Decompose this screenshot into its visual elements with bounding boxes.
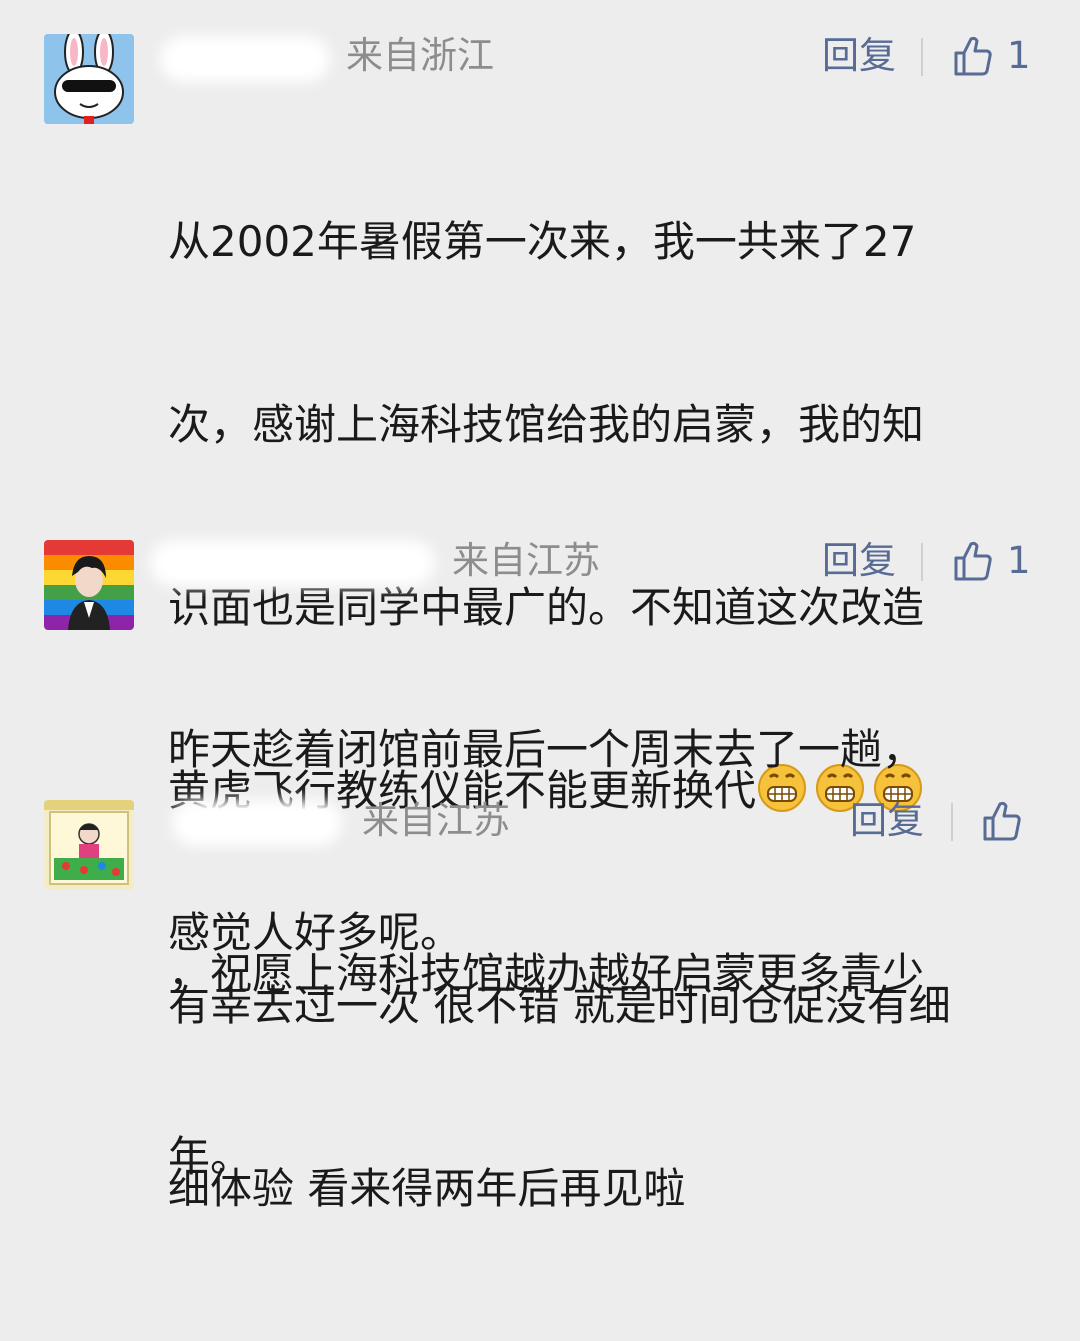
like-button[interactable]: 1	[953, 33, 1031, 79]
thumbs-up-icon	[953, 35, 993, 77]
avatar[interactable]	[44, 800, 134, 890]
thumbs-up-icon	[953, 540, 993, 582]
reply-button[interactable]: 回复	[822, 33, 896, 79]
username-redacted	[150, 540, 435, 586]
comment-text: 有幸去过一次 很不错 就是时间仓促没有细 细体验 看来得两年后再见啦	[168, 853, 1028, 1341]
thumbs-up-icon	[982, 800, 1022, 842]
text-line: 有幸去过一次 很不错 就是时间仓促没有细	[168, 981, 951, 1030]
location-label: 来自江苏	[452, 539, 600, 582]
like-button[interactable]: 1	[953, 538, 1031, 584]
avatar[interactable]	[44, 34, 134, 124]
divider	[921, 543, 923, 581]
like-count: 1	[1007, 539, 1031, 582]
username-redacted	[172, 800, 342, 846]
divider	[951, 803, 953, 841]
text-line: 昨天趁着闭馆前最后一个周末去了一趟，	[168, 725, 925, 774]
divider	[921, 38, 923, 76]
username-redacted	[160, 36, 330, 82]
location-label: 来自江苏	[362, 799, 510, 842]
like-count: 1	[1007, 34, 1031, 77]
reply-button[interactable]: 回复	[822, 538, 896, 584]
location-label: 来自浙江	[346, 34, 494, 77]
like-button[interactable]	[982, 798, 1036, 844]
text-line: 次，感谢上海科技馆给我的启蒙，我的知	[168, 400, 925, 449]
avatar[interactable]	[44, 540, 134, 630]
text-line: 从2002年暑假第一次来，我一共来了27	[168, 217, 917, 266]
text-line: 细体验 看来得两年后再见啦	[168, 1164, 686, 1213]
reply-button[interactable]: 回复	[850, 798, 924, 844]
